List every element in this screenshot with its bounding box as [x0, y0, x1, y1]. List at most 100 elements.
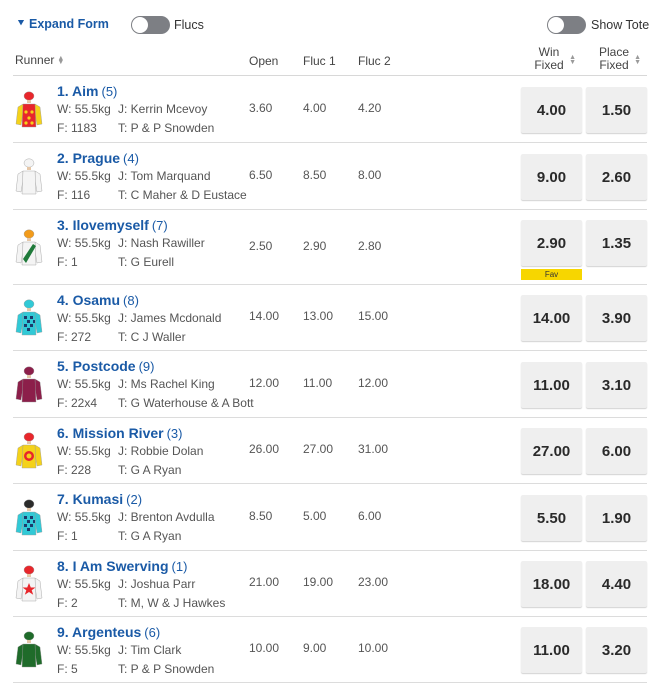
runner-name-link[interactable]: 6. Mission River (3) [57, 425, 182, 441]
sort-icon: ▲ ▼ [634, 54, 641, 66]
fluc1-price: 4.00 [303, 101, 327, 115]
place-fixed-odds-button[interactable]: 1.50 [586, 87, 647, 133]
barrier-number: (9) [138, 359, 155, 374]
open-price: 26.00 [249, 442, 280, 456]
jockey-silk-icon [15, 158, 43, 196]
trainer: T: C Maher & D Eustace [118, 188, 247, 202]
runner-name: 4. Osamu [57, 292, 121, 308]
fluc2-price: 15.00 [358, 309, 389, 323]
jockey-silk-icon [15, 299, 43, 337]
form: F: 22x4 [57, 396, 98, 410]
table-header: Runner ▲ ▼ Open Fluc 1 Fluc 2 Win Fixed ▲ ▼… [13, 46, 647, 76]
runner-name: 9. Argenteus [57, 624, 142, 640]
open-price: 2.50 [249, 239, 273, 253]
barrier-number: (8) [123, 293, 139, 308]
toggle-knob [132, 17, 148, 33]
runner-header-label: Runner [15, 53, 55, 67]
form: F: 116 [57, 188, 91, 202]
open-price: 8.50 [249, 509, 273, 523]
flucs-toggle[interactable] [131, 16, 170, 34]
weight: W: 55.5kg [57, 236, 111, 250]
show-tote-toggle[interactable] [547, 16, 586, 34]
fluc1-price: 9.00 [303, 641, 327, 655]
place-fixed-odds-button[interactable]: 6.00 [586, 428, 647, 474]
jockey: J: Kerrin Mcevoy [118, 102, 208, 116]
win-fixed-column-header[interactable]: Win Fixed ▲ ▼ [523, 46, 576, 72]
place-fixed-odds-button[interactable]: 2.60 [586, 154, 647, 200]
fluc1-price: 5.00 [303, 509, 327, 523]
jockey: J: Tom Marquand [118, 169, 211, 183]
show-tote-label: Show Tote [591, 18, 650, 32]
win-fixed-odds-button[interactable]: 4.00 [521, 87, 582, 133]
runner-row: 3. Ilovemyself (7) W: 55.5kg J: Nash Rawill… [13, 210, 647, 285]
toggle-knob [548, 17, 564, 33]
runner-name-link[interactable]: 5. Postcode (9) [57, 358, 154, 374]
barrier-number: (5) [101, 84, 118, 99]
runner-row: 6. Mission River (3) W: 55.5kg J: Robbie Do… [13, 418, 647, 484]
weight: W: 55.5kg [57, 643, 111, 657]
trainer: T: P & P Snowden [118, 662, 215, 676]
place-fixed-odds-button[interactable]: 1.35 [586, 220, 647, 266]
form: F: 228 [57, 463, 92, 477]
weight: W: 55.5kg [57, 510, 111, 524]
runner-name-link[interactable]: 9. Argenteus (6) [57, 624, 160, 640]
jockey: J: Nash Rawiller [118, 236, 205, 250]
place-fixed-odds-button[interactable]: 1.90 [586, 495, 647, 541]
place-fixed-odds-button[interactable]: 3.90 [586, 295, 647, 341]
runner-name: 1. Aim [57, 83, 99, 99]
win-fixed-odds-button[interactable]: 18.00 [521, 561, 582, 607]
double-chevron-down-icon: ⯆ [17, 18, 25, 29]
win-fixed-odds-button[interactable]: 9.00 [521, 154, 582, 200]
place-fixed-odds-button[interactable]: 3.10 [586, 362, 647, 408]
runner-row: 9. Argenteus (6) W: 55.5kg J: Tim Clark F: 5… [13, 617, 647, 683]
runner-name-link[interactable]: 4. Osamu (8) [57, 292, 139, 308]
form: F: 5 [57, 662, 78, 676]
runner-name: 5. Postcode [57, 358, 136, 374]
open-price: 14.00 [249, 309, 280, 323]
expand-form-button[interactable]: ⯆ Expand Form [17, 17, 109, 31]
flucs-label: Flucs [174, 18, 204, 32]
jockey: J: Joshua Parr [118, 577, 196, 591]
trainer: T: G A Ryan [118, 463, 182, 477]
weight: W: 55.5kg [57, 444, 111, 458]
form: F: 1 [57, 255, 78, 269]
barrier-number: (2) [126, 492, 143, 507]
jockey-silk-icon [15, 631, 43, 669]
runner-name: 3. Ilovemyself [57, 217, 149, 233]
place-fixed-odds-button[interactable]: 3.20 [586, 627, 647, 673]
win-fixed-odds-button[interactable]: 5.50 [521, 495, 582, 541]
fluc2-price: 4.20 [358, 101, 382, 115]
win-fixed-odds-button[interactable]: 2.90 [521, 220, 582, 266]
runner-name-link[interactable]: 8. I Am Swerving (1) [57, 558, 187, 574]
jockey-silk-icon [15, 432, 43, 470]
trainer: T: M, W & J Hawkes [118, 596, 226, 610]
win-fixed-odds-button[interactable]: 11.00 [521, 627, 582, 673]
barrier-number: (3) [166, 426, 183, 441]
form: F: 1183 [57, 121, 97, 135]
open-price: 3.60 [249, 101, 273, 115]
runner-name-link[interactable]: 7. Kumasi (2) [57, 491, 142, 507]
win-fixed-odds-button[interactable]: 27.00 [521, 428, 582, 474]
place-fixed-odds-button[interactable]: 4.40 [586, 561, 647, 607]
fluc2-column-header: Fluc 2 [358, 54, 391, 68]
runner-row: 2. Prague (4) W: 55.5kg J: Tom Marquand F: 1… [13, 143, 647, 210]
sort-icon: ▲ ▼ [57, 54, 65, 66]
fluc1-price: 8.50 [303, 168, 327, 182]
fluc2-price: 10.00 [358, 641, 389, 655]
trainer: T: C J Waller [118, 330, 186, 344]
jockey: J: James Mcdonald [118, 311, 222, 325]
runner-name-link[interactable]: 1. Aim (5) [57, 83, 117, 99]
win-fixed-odds-button[interactable]: 11.00 [521, 362, 582, 408]
runner-name-link[interactable]: 2. Prague (4) [57, 150, 139, 166]
runner-row: 7. Kumasi (2) W: 55.5kg J: Brenton Avdulla F… [13, 484, 647, 551]
win-fixed-odds-button[interactable]: 14.00 [521, 295, 582, 341]
jockey: J: Ms Rachel King [118, 377, 215, 391]
place-fixed-column-header[interactable]: Place Fixed ▲ ▼ [588, 46, 641, 72]
weight: W: 55.5kg [57, 169, 111, 183]
runner-row: 5. Postcode (9) W: 55.5kg J: Ms Rachel King… [13, 351, 647, 418]
runner-name: 7. Kumasi [57, 491, 124, 507]
fluc2-price: 2.80 [358, 239, 382, 253]
runner-row: 1. Aim (5) W: 55.5kg J: Kerrin Mcevoy F: 118… [13, 76, 647, 143]
runner-name-link[interactable]: 3. Ilovemyself (7) [57, 217, 168, 233]
runner-column-header[interactable]: Runner ▲ ▼ [15, 53, 64, 67]
